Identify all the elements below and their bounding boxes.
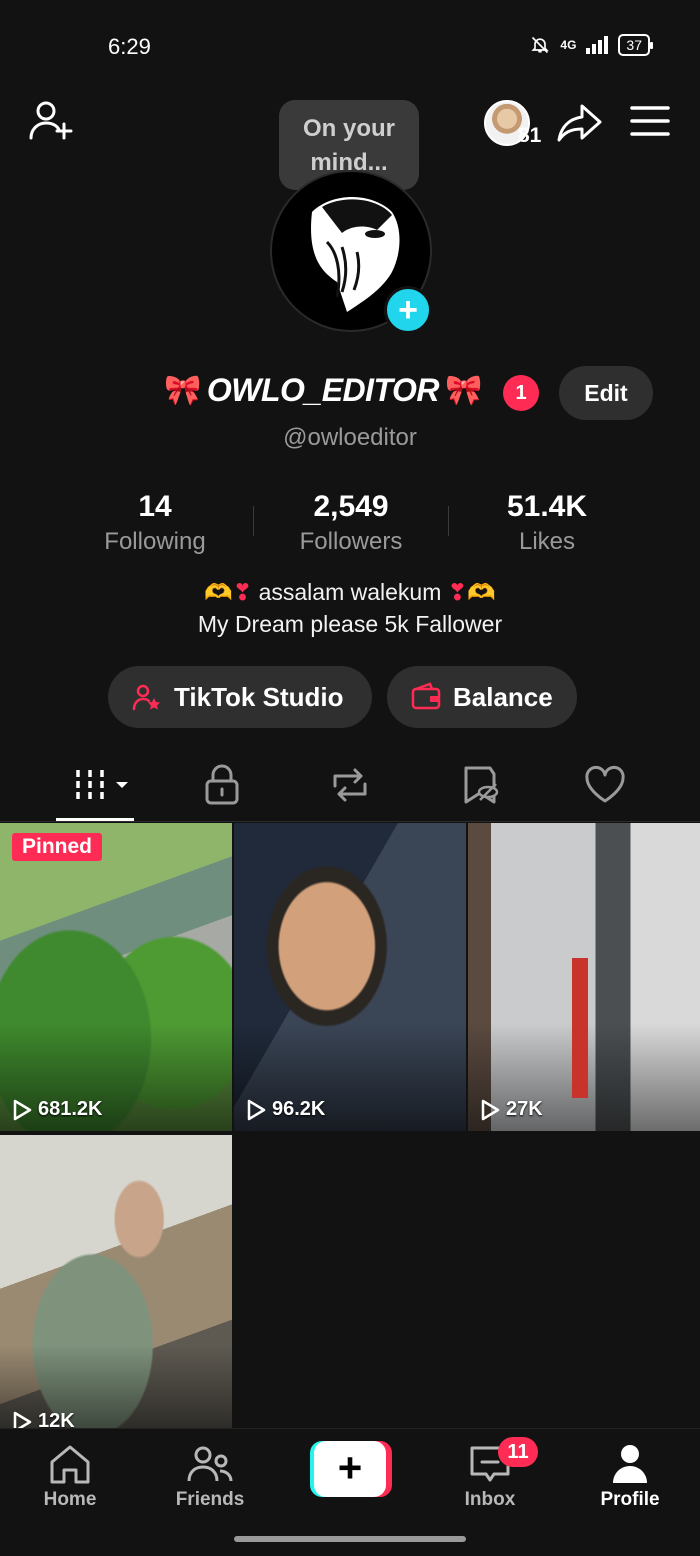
studio-user-star-icon bbox=[132, 684, 160, 711]
home-icon bbox=[50, 1445, 90, 1484]
create-button[interactable]: + bbox=[310, 1441, 392, 1497]
status-icons: 4G 37 bbox=[530, 34, 653, 56]
display-name-text: OWLO_EDITOR bbox=[206, 372, 440, 408]
inbox-badge: 11 bbox=[498, 1437, 538, 1467]
heart-emoji: ❣ bbox=[232, 579, 253, 605]
heart-emoji: ❣ bbox=[447, 579, 468, 605]
wallet-icon bbox=[411, 682, 441, 710]
bookmark-hidden-icon bbox=[464, 766, 499, 804]
view-count: 96.2K bbox=[246, 1098, 325, 1121]
content-tabs bbox=[0, 748, 700, 822]
view-count: 27K bbox=[480, 1098, 543, 1121]
viewers-count: 81 bbox=[518, 124, 542, 147]
video-thumbnail[interactable]: Pinned 681.2K bbox=[0, 823, 232, 1131]
heart-icon bbox=[585, 765, 625, 803]
bio-text-2: My Dream please 5k Fallower bbox=[197, 611, 503, 637]
clock: 6:29 bbox=[108, 34, 151, 59]
menu-icon[interactable] bbox=[630, 104, 670, 138]
status-bar: 6:29 4G 37 bbox=[0, 0, 700, 90]
share-icon[interactable] bbox=[556, 100, 604, 144]
battery-icon: 37 bbox=[618, 34, 653, 56]
stat-label: Likes bbox=[518, 528, 576, 555]
tab-favorites[interactable] bbox=[458, 762, 504, 808]
view-count: 681.2K bbox=[12, 1098, 103, 1121]
profile-viewers[interactable]: 81 bbox=[484, 100, 548, 150]
heart-hands-emoji: 🫶 bbox=[204, 579, 233, 605]
nav-profile[interactable]: Profile bbox=[570, 1443, 690, 1511]
tab-videos[interactable] bbox=[72, 762, 132, 808]
video-thumbnail[interactable]: 27K bbox=[468, 823, 700, 1131]
stat-value: 51.4K bbox=[506, 490, 588, 523]
tab-reposts[interactable] bbox=[327, 762, 373, 808]
thumbnail-detail bbox=[572, 958, 588, 1098]
nav-friends-label: Friends bbox=[175, 1489, 245, 1510]
add-friend-icon[interactable] bbox=[28, 98, 76, 146]
stat-value: 14 bbox=[138, 490, 172, 523]
lock-icon bbox=[205, 764, 239, 805]
friends-icon bbox=[187, 1446, 233, 1482]
gesture-bar[interactable] bbox=[234, 1536, 466, 1542]
active-tab-indicator bbox=[56, 818, 134, 821]
username-handle: @owloeditor bbox=[283, 424, 417, 451]
nav-profile-label: Profile bbox=[600, 1489, 660, 1510]
stat-likes[interactable]: 51.4K Likes bbox=[447, 490, 647, 556]
nav-inbox-label: Inbox bbox=[464, 1489, 516, 1510]
stat-label: Followers bbox=[299, 528, 403, 555]
stat-followers[interactable]: 2,549 Followers bbox=[251, 490, 451, 556]
tab-liked[interactable] bbox=[582, 762, 628, 808]
bow-emoji: 🎀 bbox=[164, 374, 201, 407]
bio-line-1: 🫶❣ assalam walekum ❣🫶 bbox=[0, 576, 700, 608]
add-story-button[interactable]: + bbox=[384, 286, 432, 334]
play-icon bbox=[481, 1099, 500, 1120]
nav-friends[interactable]: Friends bbox=[150, 1443, 270, 1511]
grid-icon bbox=[76, 770, 128, 800]
repost-icon bbox=[333, 768, 367, 802]
bell-muted-icon bbox=[531, 36, 550, 54]
plus-icon: + bbox=[398, 291, 418, 329]
signal-icon bbox=[586, 36, 609, 54]
nav-home-label: Home bbox=[43, 1489, 97, 1510]
display-name: 🎀 OWLO_EDITOR 🎀 bbox=[164, 372, 482, 409]
bow-emoji: 🎀 bbox=[445, 374, 482, 407]
view-count-text: 27K bbox=[506, 1098, 543, 1120]
nav-inbox[interactable]: 11 Inbox bbox=[430, 1437, 550, 1511]
network-label: 4G bbox=[560, 38, 577, 52]
stat-label: Following bbox=[104, 528, 206, 555]
studio-label: TikTok Studio bbox=[174, 681, 344, 712]
notification-badge[interactable]: 1 bbox=[503, 375, 539, 411]
view-count-text: 681.2K bbox=[38, 1098, 103, 1120]
tiktok-studio-button[interactable]: TikTok Studio bbox=[108, 666, 372, 728]
heart-hands-emoji: 🫶 bbox=[467, 579, 496, 605]
nav-home[interactable]: Home bbox=[10, 1443, 130, 1511]
balance-button[interactable]: Balance bbox=[387, 666, 577, 728]
bio-text-1: assalam walekum bbox=[258, 579, 442, 605]
pinned-badge: Pinned bbox=[12, 833, 103, 861]
play-icon bbox=[247, 1099, 266, 1120]
stat-value: 2,549 bbox=[313, 490, 389, 523]
plus-icon: + bbox=[314, 1441, 386, 1497]
battery-level: 37 bbox=[626, 37, 642, 53]
video-thumbnail[interactable]: 12K bbox=[0, 1135, 232, 1435]
stats-row: 14 Following 2,549 Followers 51.4K Likes bbox=[0, 490, 700, 560]
view-count-text: 96.2K bbox=[272, 1098, 326, 1120]
bubble-text: On your mind... bbox=[302, 115, 395, 176]
bottom-nav: Home Friends + 11 Inbox Profile bbox=[0, 1428, 700, 1524]
bio: 🫶❣ assalam walekum ❣🫶 My Dream please 5k… bbox=[0, 576, 700, 640]
tab-private[interactable] bbox=[199, 762, 245, 808]
profile-icon bbox=[613, 1445, 647, 1483]
balance-label: Balance bbox=[453, 681, 553, 712]
stat-following[interactable]: 14 Following bbox=[55, 490, 255, 556]
play-icon bbox=[13, 1099, 32, 1120]
edit-profile-button[interactable]: Edit bbox=[559, 366, 653, 420]
name-row: 🎀 OWLO_EDITOR 🎀 1 Edit bbox=[0, 366, 700, 420]
video-thumbnail[interactable]: 96.2K bbox=[234, 823, 466, 1131]
